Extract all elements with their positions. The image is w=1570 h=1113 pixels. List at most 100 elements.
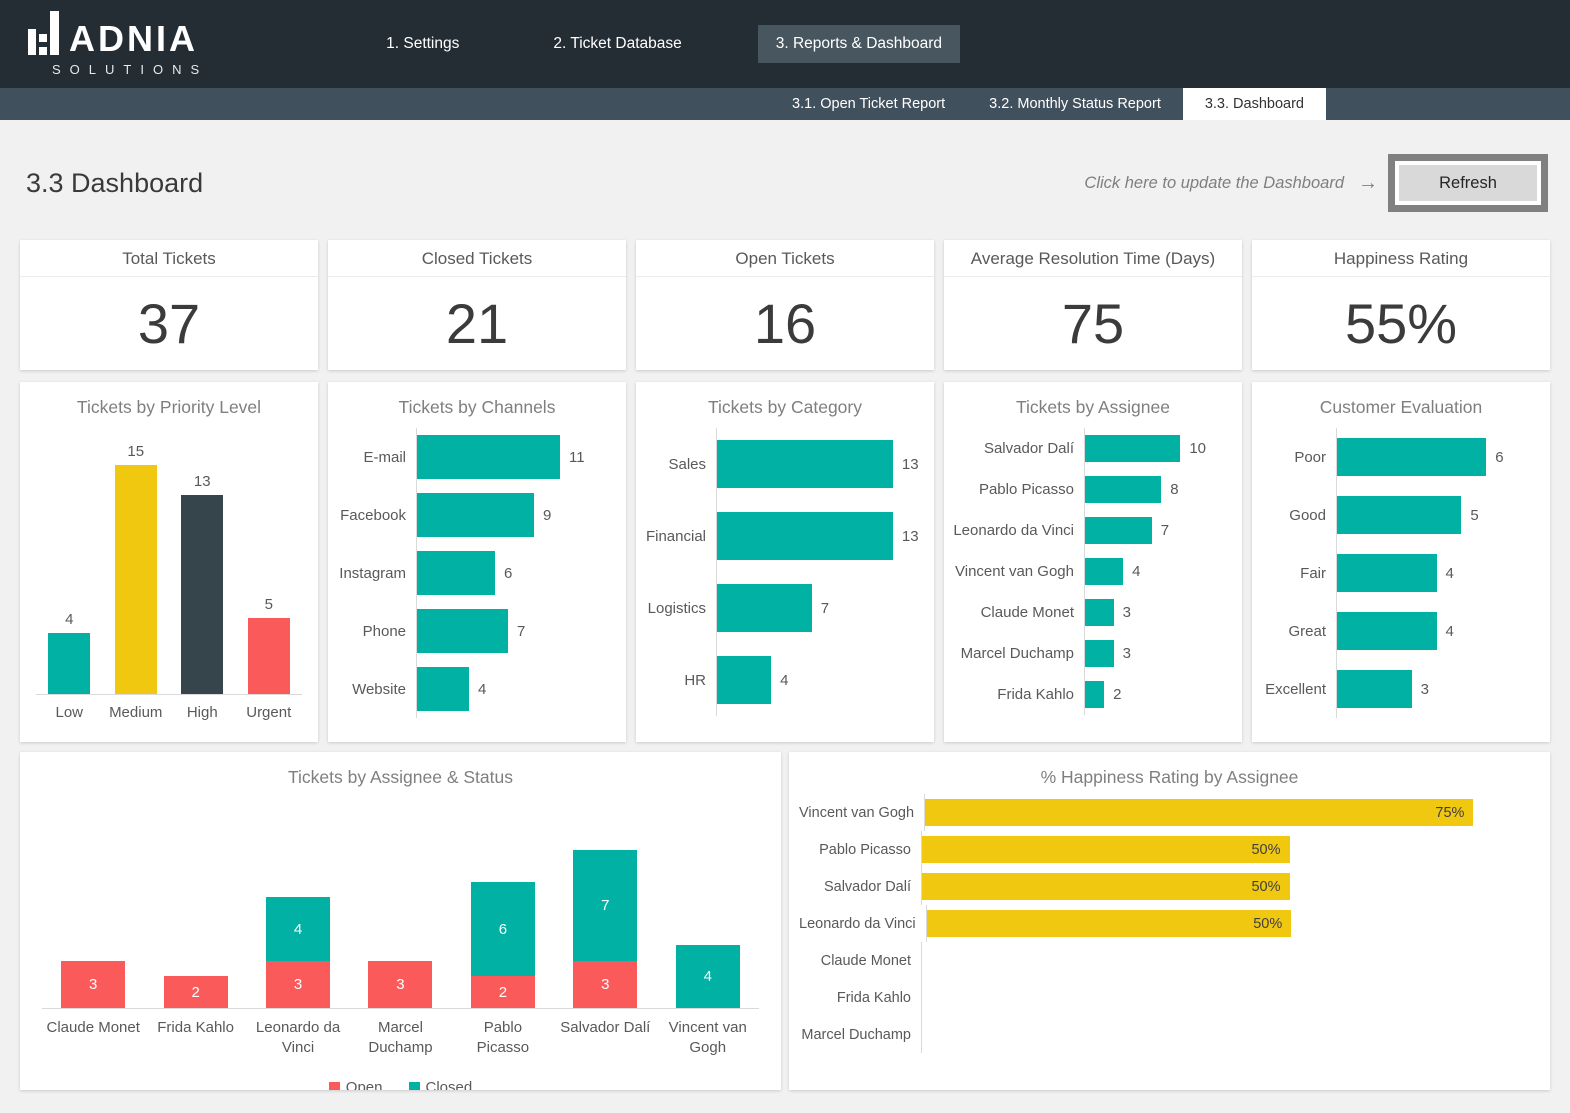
bar-closed-leonardo-da-vinci[interactable]: 4: [266, 897, 330, 960]
bar-financial[interactable]: [717, 512, 893, 560]
bar-low[interactable]: [48, 633, 90, 694]
bar-closed-pablo-picasso[interactable]: 6: [471, 882, 535, 977]
category-label-leonardo-da-vinci: Leonardo da Vinci: [952, 522, 1084, 539]
bar-track: 3: [1084, 592, 1228, 633]
bar-track: 9: [416, 486, 612, 544]
bar-track: 4: [416, 660, 612, 718]
bar-value-label: 4: [1132, 563, 1140, 580]
bar-frida-kahlo[interactable]: [1085, 681, 1104, 708]
bar-track: 50%: [926, 905, 1510, 942]
bar-open-marcel-duchamp[interactable]: 3: [368, 961, 432, 1008]
chart-tickets-by-channels: Tickets by Channels E-mail11Facebook9Ins…: [328, 382, 626, 742]
chart-customer-evaluation: Customer Evaluation Poor6Good5Fair4Great…: [1252, 382, 1550, 742]
category-label-marcel-duchamp: Marcel Duchamp: [952, 645, 1084, 662]
bar-instagram[interactable]: [417, 551, 495, 595]
hbar-row-vincent-van-gogh: Vincent van Gogh 75%: [799, 794, 1510, 831]
category-label-e-mail: E-mail: [336, 449, 416, 466]
hbar-row-fair: Fair4: [1260, 544, 1536, 602]
bar-claude-monet[interactable]: [1085, 599, 1114, 626]
bar-pablo-picasso[interactable]: [1085, 476, 1161, 503]
bar-website[interactable]: [417, 667, 469, 711]
bar-poor[interactable]: [1337, 438, 1486, 476]
category-label-facebook: Facebook: [336, 507, 416, 524]
bar-closed-vincent-van-gogh[interactable]: 4: [676, 945, 740, 1008]
hbar-row-leonardo-da-vinci: Leonardo da Vinci7: [952, 510, 1228, 551]
bar-vincent-van-gogh[interactable]: [1085, 558, 1123, 585]
bar-sales[interactable]: [717, 440, 893, 488]
category-label-instagram: Instagram: [336, 565, 416, 582]
hbar-row-pablo-picasso: Pablo Picasso50%: [799, 831, 1510, 868]
bar-marcel-duchamp[interactable]: [1085, 640, 1114, 667]
main-nav: 1. Settings 2. Ticket Database 3. Report…: [368, 25, 960, 63]
bar-leonardo-da-vinci[interactable]: [1085, 517, 1152, 544]
category-label-vincent-van-gogh: Vincent van Gogh: [952, 563, 1084, 580]
channels-chart-plot: E-mail11Facebook9Instagram6Phone7Website…: [328, 418, 626, 718]
category-label-pablo-picasso: Pablo Picasso: [799, 842, 921, 858]
bar-hr[interactable]: [717, 656, 771, 704]
nav-reports-dashboard[interactable]: 3. Reports & Dashboard: [758, 25, 960, 63]
bar-track: 4: [1336, 544, 1536, 602]
category-label-website: Website: [336, 681, 416, 698]
hbar-row-claude-monet: Claude Monet: [799, 942, 1510, 979]
bar-open-claude-monet[interactable]: 3: [61, 961, 125, 1008]
chart-title: Tickets by Priority Level: [20, 382, 318, 418]
bar-value-label: 4: [704, 968, 712, 985]
bar-good[interactable]: [1337, 496, 1461, 534]
hbar-row-good: Good5: [1260, 486, 1536, 544]
bar-leonardo-da-vinci[interactable]: 50%: [927, 910, 1292, 937]
bar-track: 7: [716, 572, 920, 644]
bar-open-frida-kahlo[interactable]: 2: [164, 976, 228, 1008]
tab-open-ticket-report[interactable]: 3.1. Open Ticket Report: [770, 88, 967, 120]
kpi-value: 37: [20, 277, 318, 369]
bar-urgent[interactable]: [248, 618, 290, 694]
bar-value-label: 10: [1189, 440, 1206, 457]
bar-salvador-dal[interactable]: 50%: [922, 873, 1290, 900]
category-label-logistics: Logistics: [644, 600, 716, 617]
bar-value-label: 13: [902, 456, 919, 473]
arrow-right-icon: →: [1358, 172, 1378, 195]
category-label-medium: Medium: [103, 704, 170, 721]
bar-closed-salvador-dal[interactable]: 7: [573, 850, 637, 961]
bar-high[interactable]: [181, 495, 223, 694]
kpi-closed-tickets: Closed Tickets 21: [328, 240, 626, 370]
tab-monthly-status-report[interactable]: 3.2. Monthly Status Report: [967, 88, 1183, 120]
nav-ticket-database[interactable]: 2. Ticket Database: [535, 25, 699, 63]
bar-group-marcel-duchamp: 3: [349, 850, 451, 1008]
category-label-low: Low: [36, 704, 103, 721]
bar-e-mail[interactable]: [417, 435, 560, 479]
category-label-vincent-van-gogh: Vincent van Gogh: [799, 805, 924, 821]
bar-vincent-van-gogh[interactable]: 75%: [925, 799, 1473, 826]
bar-excellent[interactable]: [1337, 670, 1412, 708]
bar-facebook[interactable]: [417, 493, 534, 537]
bar-open-leonardo-da-vinci[interactable]: 3: [266, 961, 330, 1008]
bar-salvador-dal[interactable]: [1085, 435, 1180, 462]
hbar-row-instagram: Instagram6: [336, 544, 612, 602]
category-label-vincent-van-gogh: Vincent van Gogh: [657, 1018, 759, 1059]
bar-fair[interactable]: [1337, 554, 1437, 592]
bar-track: [921, 942, 1510, 979]
bar-logistics[interactable]: [717, 584, 812, 632]
refresh-button[interactable]: Refresh: [1388, 154, 1548, 212]
chart-happiness-rating-by-assignee: % Happiness Rating by Assignee Vincent v…: [789, 752, 1550, 1090]
bar-group-claude-monet: 3: [42, 850, 144, 1008]
tab-dashboard[interactable]: 3.3. Dashboard: [1183, 88, 1326, 120]
hbar-row-poor: Poor6: [1260, 428, 1536, 486]
bar-value-label: 2: [1113, 686, 1121, 703]
page-head: 3.3 Dashboard Click here to update the D…: [0, 120, 1570, 212]
nav-settings[interactable]: 1. Settings: [368, 25, 477, 63]
bar-open-pablo-picasso[interactable]: 2: [471, 976, 535, 1008]
bar-value-label: 75%: [1435, 805, 1473, 821]
bar-great[interactable]: [1337, 612, 1437, 650]
bar-medium[interactable]: [115, 465, 157, 694]
category-label-leonardo-da-vinci: Leonardo da Vinci: [247, 1018, 349, 1059]
bar-phone[interactable]: [417, 609, 508, 653]
category-label-hr: HR: [644, 672, 716, 689]
kpi-label: Total Tickets: [20, 240, 318, 277]
bar-value-label: 3: [89, 976, 97, 993]
hbar-row-marcel-duchamp: Marcel Duchamp3: [952, 633, 1228, 674]
bar-value-label: 13: [194, 473, 211, 490]
bar-open-salvador-dal[interactable]: 3: [573, 961, 637, 1008]
bar-pablo-picasso[interactable]: 50%: [922, 836, 1290, 863]
hbar-row-vincent-van-gogh: Vincent van Gogh 4: [952, 551, 1228, 592]
category-label-marcel-duchamp: Marcel Duchamp: [799, 1027, 921, 1043]
